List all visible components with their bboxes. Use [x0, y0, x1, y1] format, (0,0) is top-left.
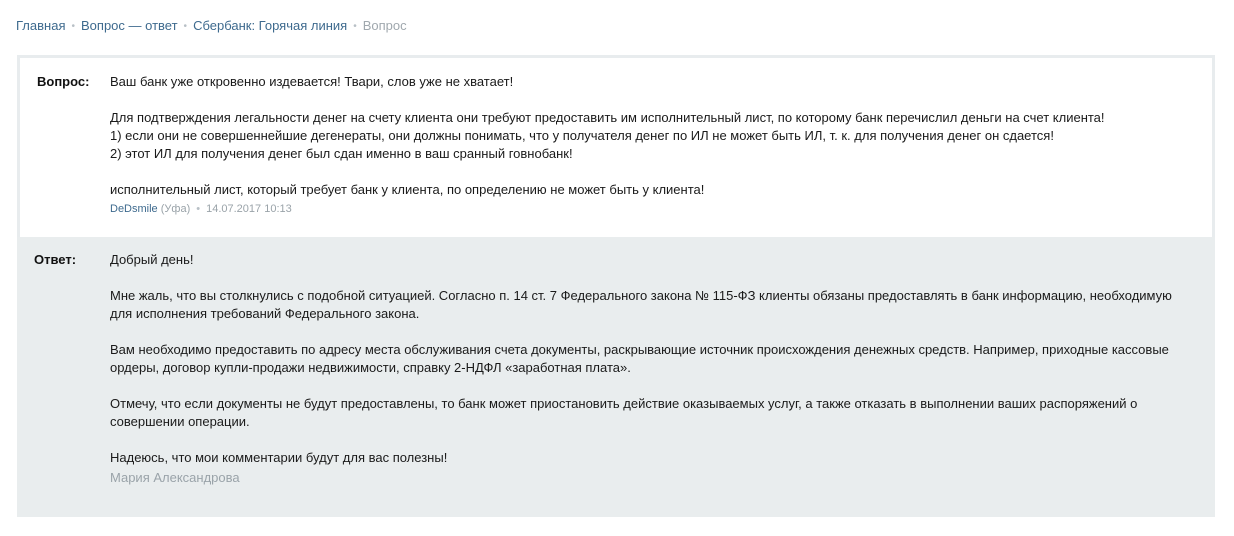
answer-content: Добрый день! Мне жаль, что вы столкнулис…: [110, 251, 1195, 487]
question-paragraph: Ваш банк уже откровенно издевается! Твар…: [110, 74, 514, 89]
question-author-link[interactable]: DeDsmile: [110, 203, 158, 215]
answer-paragraph: Мне жаль, что вы столкнулись с подобной …: [110, 288, 1172, 321]
meta-separator: •: [196, 203, 201, 215]
answer-paragraph: Добрый день!: [110, 252, 194, 267]
answer-paragraph: Надеюсь, что мои комментарии будут для в…: [110, 450, 448, 465]
answer-signature: Мария Александрова: [110, 470, 240, 485]
question-paragraph: Для подтверждения легальности денег на с…: [110, 110, 1105, 125]
question-paragraph: исполнительный лист, который требует бан…: [110, 182, 705, 197]
question-date: 14.07.2017 10:13: [206, 203, 292, 215]
breadcrumb-separator: •: [183, 21, 188, 32]
breadcrumb-separator: •: [353, 21, 357, 32]
question-meta: DeDsmile (Уфа) • 14.07.2017 10:13: [110, 201, 1195, 217]
question-content: Ваш банк уже откровенно издевается! Твар…: [110, 73, 1195, 217]
breadcrumb: Главная • Вопрос — ответ • Сбербанк: Горячая…: [16, 18, 407, 36]
breadcrumb-link-sberbank-hotline[interactable]: Сбербанк: Горячая линия: [193, 18, 347, 33]
question-author-city: (Уфа): [160, 203, 191, 215]
qa-thread: Вопрос: Ваш банк уже откровенно издевает…: [17, 55, 1215, 517]
answer-block: Ответ: Добрый день! Мне жаль, что вы сто…: [17, 237, 1215, 517]
answer-label: Ответ:: [34, 252, 77, 267]
question-block: Вопрос: Ваш банк уже откровенно издевает…: [17, 55, 1215, 237]
question-paragraph: 2) этот ИЛ для получения денег был сдан …: [110, 146, 573, 161]
breadcrumb-link-home[interactable]: Главная: [16, 18, 65, 33]
page: Главная • Вопрос — ответ • Сбербанк: Горячая…: [0, 0, 1234, 536]
answer-paragraph: Вам необходимо предоставить по адресу ме…: [110, 342, 1169, 375]
breadcrumb-separator: •: [71, 21, 75, 32]
breadcrumb-link-qa[interactable]: Вопрос — ответ: [81, 18, 178, 33]
breadcrumb-current: Вопрос: [362, 18, 407, 33]
answer-paragraph: Отмечу, что если документы не будут пред…: [110, 396, 1138, 429]
question-label: Вопрос:: [37, 74, 90, 89]
question-paragraph: 1) если они не совершеннейшие дегенераты…: [110, 128, 1054, 143]
